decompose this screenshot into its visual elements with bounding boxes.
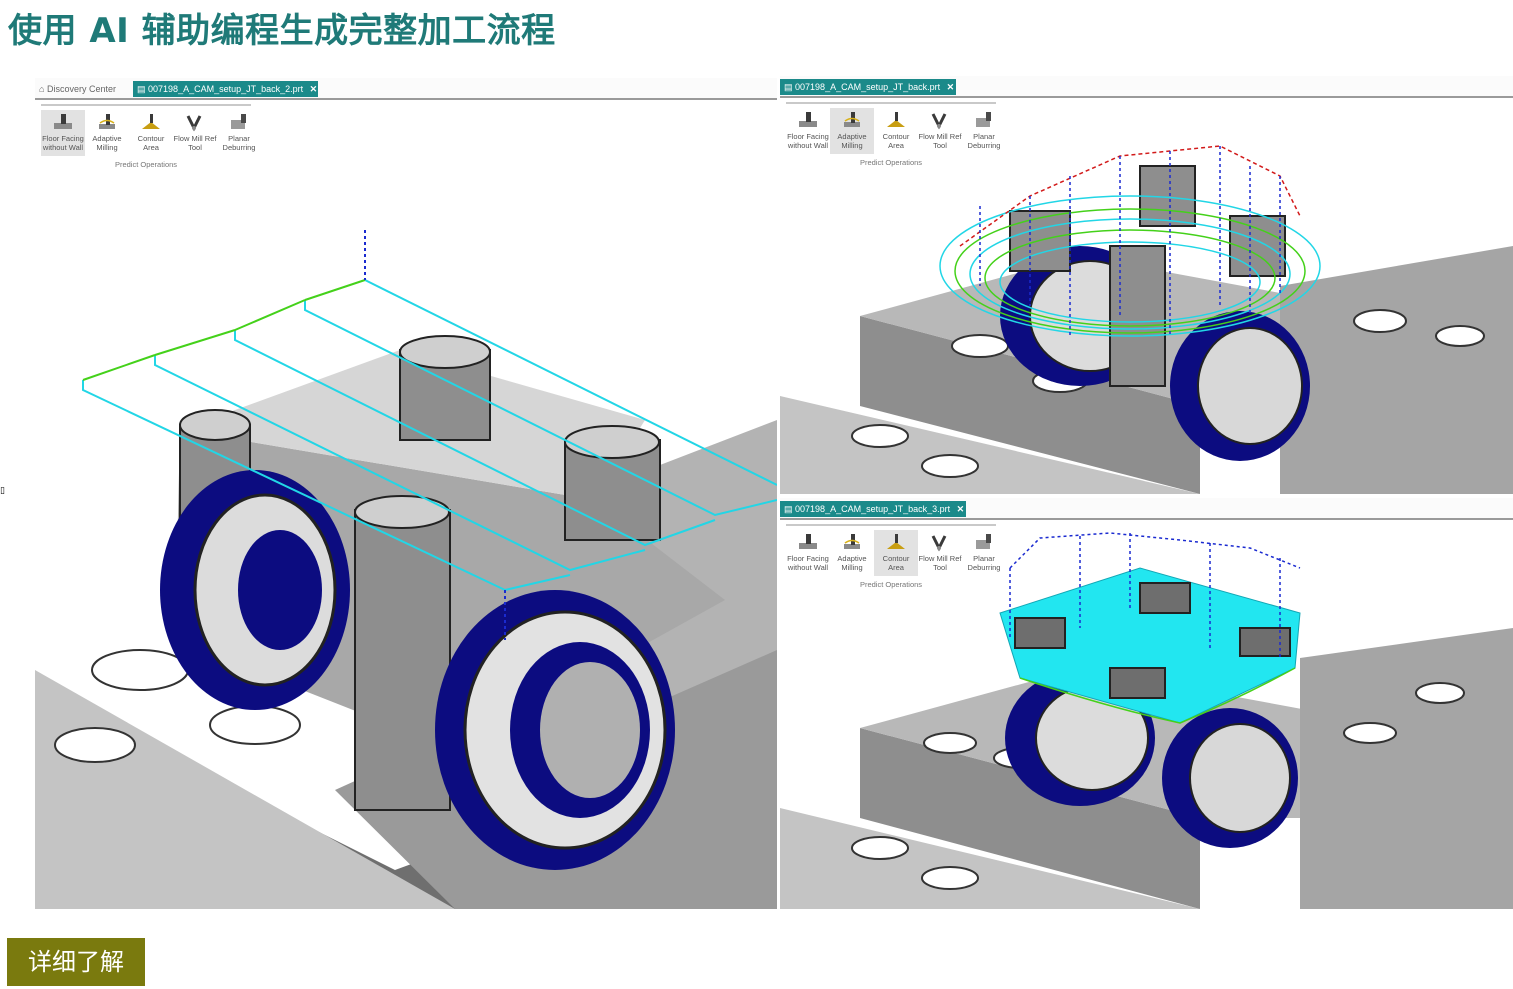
close-icon[interactable]: ✕ <box>947 82 955 92</box>
close-icon[interactable]: ✕ <box>310 84 318 94</box>
edge-marker: ▯ <box>0 486 5 496</box>
flow-mill-button[interactable]: Flow Mill Ref Tool <box>173 110 217 156</box>
part-icon: ▤ <box>784 504 793 514</box>
document-tab-bar: ⌂ Discovery Center ▤ 007198_A_CAM_setup_… <box>35 78 777 100</box>
home-icon: ⌂ <box>39 84 45 94</box>
part-icon: ▤ <box>784 82 793 92</box>
contour-area-icon <box>142 114 160 129</box>
page-title: 使用 AI 辅助编程生成完整加工流程 <box>8 11 556 51</box>
tab-discovery-center[interactable]: ⌂ Discovery Center <box>35 81 131 97</box>
floor-facing-icon <box>54 114 72 129</box>
planar-deburring-button[interactable]: Planar Deburring <box>217 110 261 156</box>
cam-viewport-adaptive-milling[interactable]: ▤ 007198_A_CAM_setup_JT_back.prt ✕ Floor… <box>780 76 1513 494</box>
tab-part-file[interactable]: ▤ 007198_A_CAM_setup_JT_back_2.prt ✕ <box>133 81 318 97</box>
part-icon: ▤ <box>137 84 146 94</box>
document-tab-bar: ▤ 007198_A_CAM_setup_JT_back.prt ✕ <box>780 76 1513 98</box>
learn-more-button[interactable]: 详细了解 <box>7 938 145 986</box>
document-tab-bar: ▤ 007198_A_CAM_setup_JT_back_3.prt ✕ <box>780 498 1513 520</box>
adaptive-milling-button[interactable]: Adaptive Milling <box>85 110 129 156</box>
cam-viewport-contour-area[interactable]: ▤ 007198_A_CAM_setup_JT_back_3.prt ✕ Flo… <box>780 498 1513 909</box>
ribbon-group-label: Predict Operations <box>114 160 178 169</box>
cam-viewport-floor-facing[interactable]: ⌂ Discovery Center ▤ 007198_A_CAM_setup_… <box>35 78 777 909</box>
planar-deburring-icon <box>231 114 246 129</box>
part-3d-view[interactable] <box>780 106 1513 494</box>
floor-facing-button[interactable]: Floor Facing without Wall <box>41 110 85 156</box>
predict-operations-ribbon: Floor Facing without Wall Adaptive Milli… <box>41 104 255 170</box>
close-icon[interactable]: ✕ <box>957 504 965 514</box>
tab-part-file[interactable]: ▤ 007198_A_CAM_setup_JT_back.prt ✕ <box>780 79 956 95</box>
part-3d-view[interactable] <box>35 170 777 909</box>
contour-area-button[interactable]: Contour Area <box>129 110 173 156</box>
flow-mill-icon <box>186 115 202 132</box>
tab-part-file[interactable]: ▤ 007198_A_CAM_setup_JT_back_3.prt ✕ <box>780 501 966 517</box>
part-3d-view[interactable] <box>780 528 1513 909</box>
adaptive-milling-icon <box>99 114 115 129</box>
